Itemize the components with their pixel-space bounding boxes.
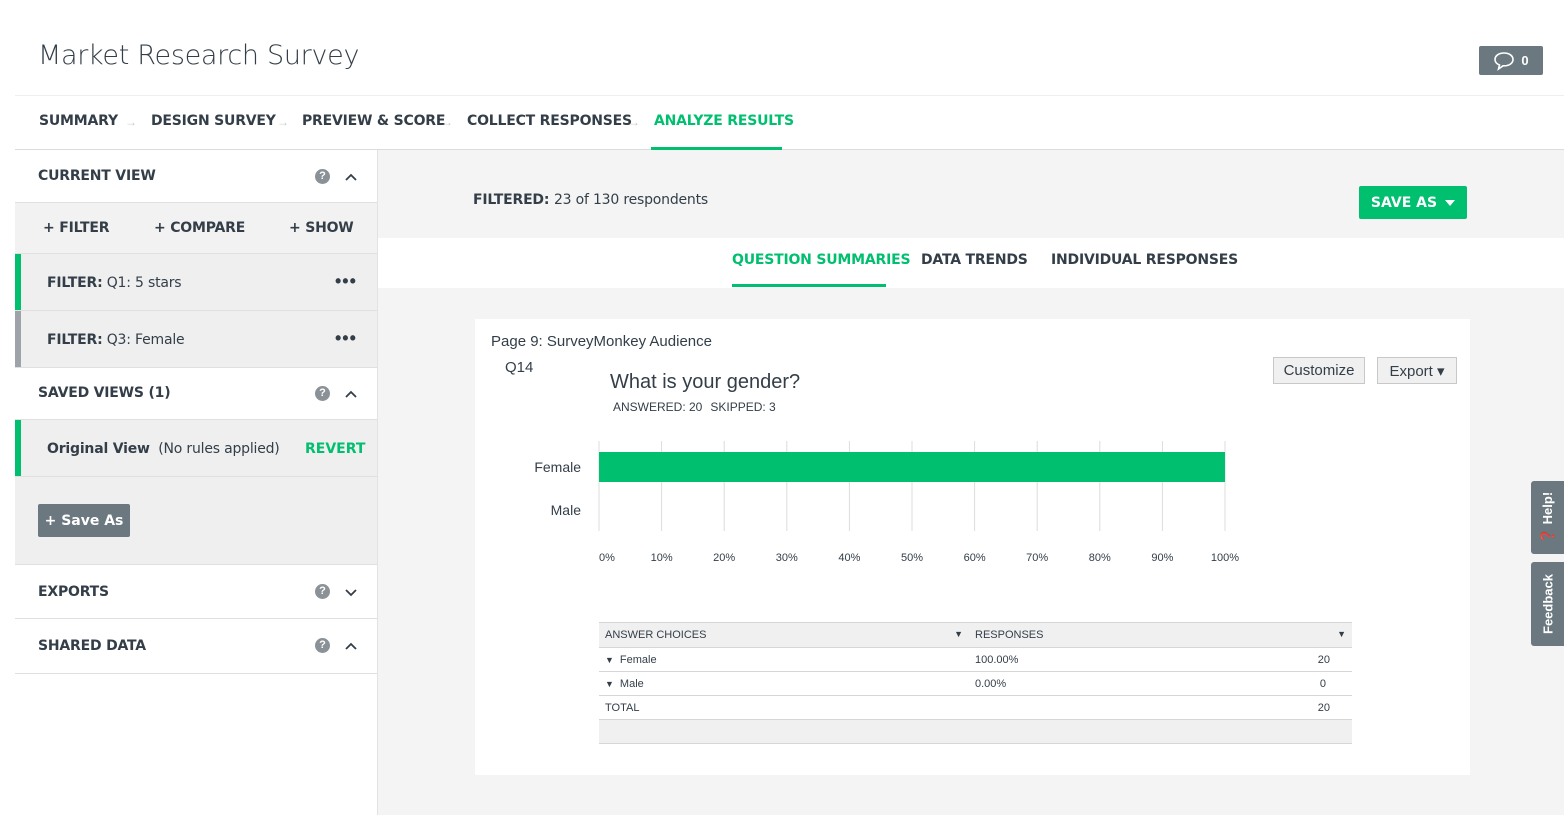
feedback-side-label: Feedback [1540, 574, 1555, 634]
step-navigation: SUMMARY → DESIGN SURVEY → PREVIEW & SCOR… [15, 95, 1564, 150]
step-analyze-results[interactable]: ANALYZE RESULTS [654, 113, 794, 129]
saved-views-header[interactable]: SAVED VIEWS (1) ? [15, 368, 377, 420]
more-options-icon[interactable]: ••• [335, 271, 357, 292]
view-actions-bar: + FILTER + COMPARE + SHOW [15, 203, 377, 254]
saved-views-title: SAVED VIEWS (1) [38, 385, 171, 401]
shared-data-header[interactable]: SHARED DATA ? [15, 619, 377, 674]
chevron-up-icon[interactable] [344, 639, 358, 653]
current-view-header[interactable]: CURRENT VIEW ? [15, 150, 377, 203]
main-content: FILTERED: 23 of 130 respondents SAVE AS … [378, 150, 1564, 815]
results-tabs: QUESTION SUMMARIES DATA TRENDS INDIVIDUA… [378, 238, 1564, 288]
table-row[interactable]: ▼ Male 0.00% 0 [599, 671, 1352, 696]
answer-choices-table: ANSWER CHOICES ▼ RESPONSES ▼ ▼ Female 100.0… [599, 622, 1352, 744]
filter-rule-q3[interactable]: FILTER: Q3: Female ••• [15, 311, 377, 368]
survey-title: Market Research Survey [38, 40, 360, 71]
filter-text: FILTER: Q3: Female [47, 332, 185, 348]
filter-status-bar: FILTERED: 23 of 130 respondents SAVE AS [378, 150, 1564, 238]
save-view-area: + Save As [15, 477, 377, 565]
add-compare-button[interactable]: + COMPARE [154, 220, 245, 236]
comment-count: 0 [1521, 53, 1529, 68]
add-show-button[interactable]: + SHOW [289, 220, 354, 236]
table-footer [599, 719, 1352, 744]
table-row[interactable]: ▼ Female 100.00% 20 [599, 647, 1352, 672]
comments-button[interactable]: 0 [1479, 46, 1543, 75]
category-label: Female [534, 459, 581, 475]
revert-button[interactable]: REVERT [305, 441, 365, 457]
filter-rule-q1[interactable]: FILTER: Q1: 5 stars ••• [15, 254, 377, 311]
expand-caret-icon[interactable]: ▼ [605, 655, 614, 665]
chevron-up-icon[interactable] [344, 387, 358, 401]
filtered-count: FILTERED: 23 of 130 respondents [473, 192, 708, 208]
x-tick-label: 10% [651, 552, 673, 564]
help-icon[interactable]: ? [315, 584, 330, 599]
x-tick-label: 40% [838, 552, 860, 564]
response-percent: 100.00% [975, 653, 1019, 666]
tab-individual-responses[interactable]: INDIVIDUAL RESPONSES [1051, 252, 1238, 268]
answer-choice: Female [619, 653, 657, 666]
help-icon[interactable]: ? [315, 386, 330, 401]
help-side-label: ❓ Help! [1539, 491, 1555, 544]
exports-title: EXPORTS [38, 584, 109, 600]
x-tick-label: 20% [713, 552, 735, 564]
active-tab-indicator [732, 284, 886, 287]
filter-stripe [15, 311, 21, 367]
total-label: TOTAL [599, 695, 969, 720]
category-label: Male [551, 502, 582, 518]
tab-data-trends[interactable]: DATA TRENDS [921, 252, 1028, 268]
step-collect-responses[interactable]: COLLECT RESPONSES [467, 113, 632, 129]
col-answer-choices[interactable]: ANSWER CHOICES ▼ [599, 622, 969, 648]
original-view-text: Original View (No rules applied) [47, 441, 280, 457]
x-tick-label: 80% [1089, 552, 1111, 564]
x-tick-label: 60% [964, 552, 986, 564]
add-filter-button[interactable]: + FILTER [43, 220, 109, 236]
step-summary[interactable]: SUMMARY [39, 113, 118, 129]
response-percent: 0.00% [975, 677, 1007, 690]
help-side-tab[interactable]: ❓ Help! [1531, 481, 1564, 554]
filter-stripe [15, 254, 21, 310]
sidebar: CURRENT VIEW ? + FILTER + COMPARE + SHOW… [15, 150, 378, 815]
response-count: 20 [1317, 653, 1330, 666]
response-count: 0 [1319, 677, 1326, 690]
step-design-survey[interactable]: DESIGN SURVEY [151, 113, 276, 129]
x-tick-label: 70% [1026, 552, 1048, 564]
answer-choice: Male [619, 677, 644, 690]
more-options-icon[interactable]: ••• [335, 328, 357, 349]
filter-text: FILTER: Q1: 5 stars [47, 275, 182, 291]
bar [599, 452, 1225, 482]
total-row: TOTAL 20 [599, 695, 1352, 720]
total-count: 20 [1317, 701, 1330, 714]
x-tick-label: 100% [1211, 552, 1239, 564]
shared-data-title: SHARED DATA [38, 638, 146, 654]
view-stripe [15, 420, 21, 476]
caret-down-icon [1445, 199, 1456, 206]
save-view-as-button[interactable]: + Save As [38, 504, 130, 537]
current-view-title: CURRENT VIEW [38, 168, 156, 184]
feedback-side-tab[interactable]: Feedback [1531, 562, 1564, 646]
page-header: Market Research Survey 0 [15, 0, 1564, 95]
arrow-right-icon: → [441, 115, 453, 129]
x-tick-label: 50% [901, 552, 923, 564]
tab-question-summaries[interactable]: QUESTION SUMMARIES [732, 252, 911, 268]
x-tick-label: 30% [776, 552, 798, 564]
help-icon[interactable]: ? [315, 638, 330, 653]
help-icon[interactable]: ? [315, 169, 330, 184]
sort-caret-icon: ▼ [1337, 629, 1346, 639]
expand-caret-icon[interactable]: ▼ [605, 679, 614, 689]
question-summary-card: Page 9: SurveyMonkey Audience Q14 What i… [475, 319, 1470, 775]
x-tick-label: 90% [1151, 552, 1173, 564]
arrow-right-icon: → [125, 115, 137, 129]
sort-caret-icon: ▼ [954, 629, 963, 639]
col-responses[interactable]: RESPONSES ▼ [969, 622, 1352, 648]
arrow-right-icon: → [628, 115, 640, 129]
chevron-down-icon[interactable] [344, 585, 358, 599]
speech-bubble-icon [1494, 51, 1515, 71]
chevron-up-icon[interactable] [344, 170, 358, 184]
save-as-dropdown-button[interactable]: SAVE AS [1359, 186, 1467, 219]
step-preview-score[interactable]: PREVIEW & SCORE [302, 113, 445, 129]
exports-header[interactable]: EXPORTS ? [15, 565, 377, 619]
original-view-row[interactable]: Original View (No rules applied) REVERT [15, 420, 377, 477]
x-tick-label: 0% [599, 552, 615, 564]
arrow-right-icon: → [277, 115, 289, 129]
save-as-label: SAVE AS [1370, 194, 1438, 211]
